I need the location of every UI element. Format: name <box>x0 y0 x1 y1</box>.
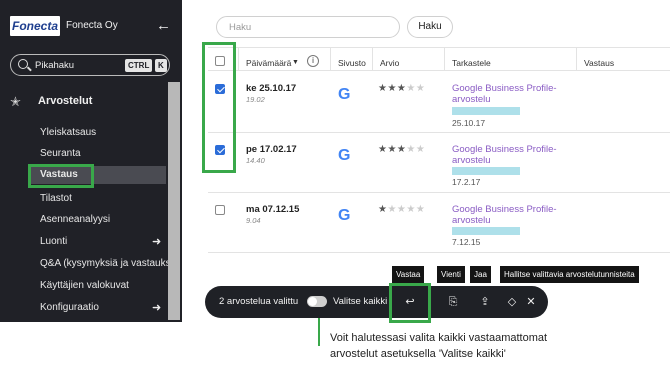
divider <box>208 47 670 48</box>
collapse-sidebar-icon[interactable]: ← <box>156 17 171 34</box>
search-button[interactable]: Haku <box>407 16 453 38</box>
review-search-input[interactable]: Haku <box>216 16 400 38</box>
close-icon[interactable]: ✕ <box>523 294 539 310</box>
divider <box>208 70 670 71</box>
divider <box>576 48 577 70</box>
tooltip-export: Vienti <box>437 266 465 283</box>
arrow-right-icon: ➜ <box>152 236 162 248</box>
highlight-vastaus <box>28 164 94 188</box>
divider <box>330 48 331 70</box>
review-date: 7.12.15 <box>452 237 481 247</box>
star-icon: ★★★ <box>378 144 407 155</box>
sidebar-scrollbar[interactable] <box>168 82 180 320</box>
selected-count: 2 arvostelua valittu <box>219 296 299 307</box>
highlight-checkboxes <box>202 42 236 173</box>
callout-line2: arvostelut asetuksella 'Valitse kaikki' <box>330 348 506 360</box>
callout-text: Voit halutessasi valita kaikki vastaamat… <box>330 330 547 362</box>
sidebar-section-reviews[interactable]: ✭ Arvostelut <box>10 94 170 110</box>
row-time: 19.02 <box>246 95 265 104</box>
review-link-line2: arvostelu <box>452 155 491 166</box>
arrow-right-icon: ➜ <box>152 302 162 314</box>
review-date: 25.10.17 <box>452 118 486 128</box>
tooltip-tags: Hallitse valittavia arvostelutunnisteita <box>500 266 639 283</box>
highlight-reply <box>389 283 431 323</box>
divider <box>208 192 670 193</box>
org-name: Fonecta Oy <box>66 20 118 31</box>
sidebar-item-create[interactable]: Luonti <box>40 236 67 247</box>
row-time: 9.04 <box>246 216 261 225</box>
sidebar-item-statistics[interactable]: Tilastot <box>40 193 72 204</box>
review-date: 17.2.17 <box>452 177 481 187</box>
tag-icon[interactable]: ◇ <box>504 294 520 310</box>
review-link[interactable]: Google Business Profile-arvostelu <box>452 144 557 166</box>
info-icon[interactable]: i <box>307 55 319 67</box>
sidebar-item-sentiment[interactable]: Asenneanalyysi <box>40 214 110 225</box>
select-all-toggle[interactable] <box>307 296 327 307</box>
sort-down-icon[interactable]: ▼ <box>292 59 299 66</box>
google-icon: G <box>338 207 351 224</box>
quick-search-placeholder: Pikahaku <box>35 60 75 71</box>
sidebar-item-qa[interactable]: Q&A (kysymyksiä ja vastauks <box>40 258 171 269</box>
review-link[interactable]: Google Business Profile-arvostelu <box>452 204 557 226</box>
callout-line <box>318 318 320 346</box>
redacted-text <box>452 107 520 115</box>
row-date: ke 25.10.17 <box>246 83 297 94</box>
search-icon <box>18 59 28 69</box>
shortcut-ctrl: CTRL <box>125 59 153 72</box>
sidebar: Fonecta Fonecta Oy ← Pikahaku CTRL K ✭ A… <box>0 0 182 322</box>
callout-line1: Voit halutessasi valita kaikki vastaamat… <box>330 332 548 344</box>
fonecta-logo: Fonecta <box>10 16 60 36</box>
column-header-reply: Vastaus <box>584 58 615 68</box>
row-checkbox[interactable] <box>215 205 225 215</box>
review-link[interactable]: Google Business Profile-arvostelu <box>452 83 557 105</box>
column-header-rating: Arvio <box>380 58 400 68</box>
review-link-line1: Google Business Profile- <box>452 83 557 94</box>
row-rating: ★★★★★ <box>378 204 425 215</box>
review-link-line1: Google Business Profile- <box>452 204 557 215</box>
select-all-label: Valitse kaikki <box>333 296 388 307</box>
column-header-view: Tarkastele <box>452 58 491 68</box>
sidebar-section-label: Arvostelut <box>38 95 93 107</box>
review-link-line2: arvostelu <box>452 215 491 226</box>
star-icon: ★★ <box>406 144 426 155</box>
row-rating: ★★★★★ <box>378 83 425 94</box>
tooltip-reply: Vastaa <box>392 266 425 283</box>
review-link-line1: Google Business Profile- <box>452 144 557 155</box>
review-link-line2: arvostelu <box>452 94 491 105</box>
divider <box>238 48 239 70</box>
tooltip-share: Jaa <box>470 266 491 283</box>
app-root: Fonecta Fonecta Oy ← Pikahaku CTRL K ✭ A… <box>0 0 670 377</box>
row-time: 14.40 <box>246 156 265 165</box>
redacted-text <box>452 167 520 175</box>
share-icon[interactable]: ⇪ <box>477 294 493 310</box>
column-header-site: Sivusto <box>338 58 366 68</box>
google-icon: G <box>338 86 351 103</box>
divider <box>208 252 670 253</box>
export-icon[interactable]: ⎘ <box>445 294 461 310</box>
quick-search-input[interactable]: Pikahaku CTRL K <box>10 54 170 76</box>
row-date: pe 17.02.17 <box>246 144 297 155</box>
bulk-action-toolbar: 2 arvostelua valittu Valitse kaikki ↩ ⎘ … <box>205 286 548 318</box>
row-date: ma 07.12.15 <box>246 204 300 215</box>
redacted-text <box>452 227 520 235</box>
google-icon: G <box>338 147 351 164</box>
star-icon: ★★★★ <box>387 204 426 215</box>
star-icon: ✭ <box>10 94 21 109</box>
shortcut-k: K <box>155 59 167 72</box>
brand-row: Fonecta Fonecta Oy ← <box>10 16 171 38</box>
divider <box>208 132 670 133</box>
sidebar-item-configuration[interactable]: Konfiguraatio <box>40 302 99 313</box>
sidebar-item-overview[interactable]: Yleiskatsaus <box>40 127 96 138</box>
star-icon: ★★★ <box>378 83 407 94</box>
divider <box>372 48 373 70</box>
sidebar-item-user-photos[interactable]: Käyttäjien valokuvat <box>40 280 129 291</box>
review-search-placeholder: Haku <box>229 22 252 33</box>
star-icon: ★★ <box>406 83 426 94</box>
divider <box>444 48 445 70</box>
column-header-date[interactable]: Päivämäärä <box>246 58 291 68</box>
sidebar-item-monitoring[interactable]: Seuranta <box>40 148 81 159</box>
row-rating: ★★★★★ <box>378 144 425 155</box>
